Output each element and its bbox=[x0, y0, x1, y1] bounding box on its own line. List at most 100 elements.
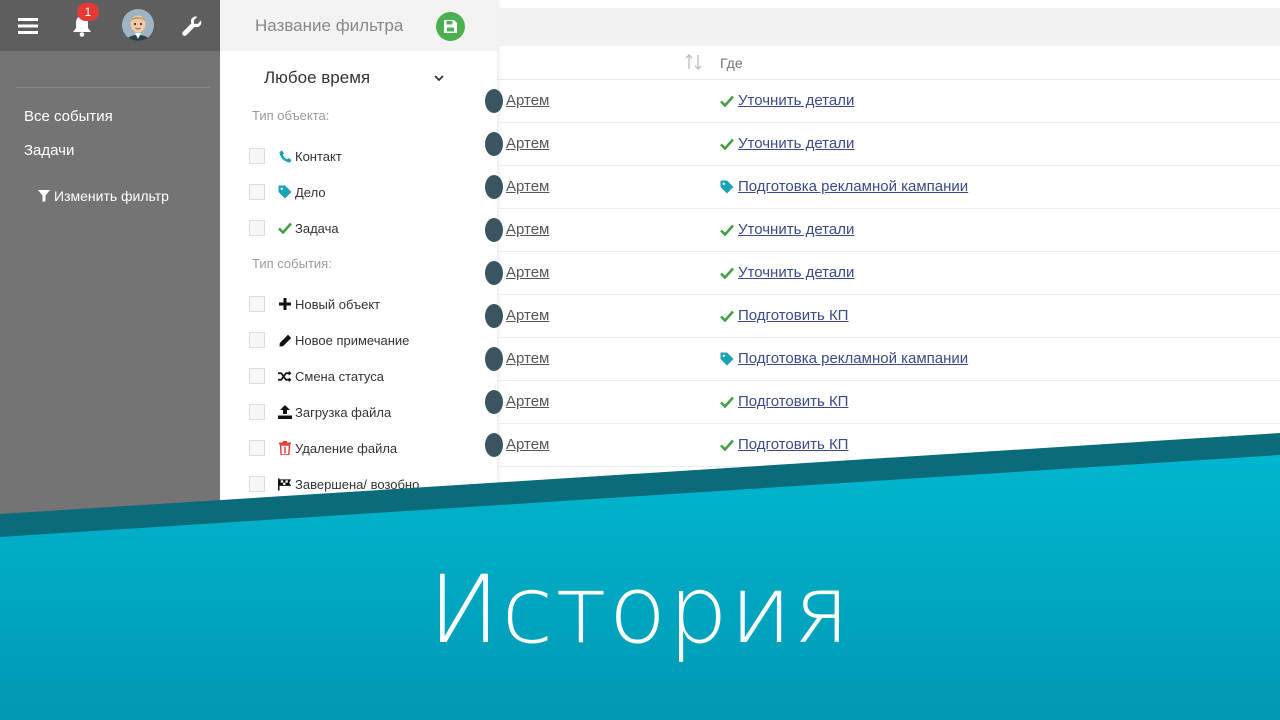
row-where: Уточнить детали bbox=[720, 135, 854, 152]
row-user-link[interactable]: Артем bbox=[506, 135, 549, 152]
row-where-link[interactable]: Подготовка рекламной кампании bbox=[738, 178, 968, 195]
filter-option-contact[interactable]: Контакт bbox=[249, 146, 342, 166]
checkbox[interactable] bbox=[249, 184, 265, 200]
row-avatar bbox=[485, 175, 503, 199]
checkbox[interactable] bbox=[249, 368, 265, 384]
check-icon bbox=[720, 224, 734, 236]
row-avatar bbox=[485, 347, 503, 371]
row-avatar bbox=[485, 304, 503, 328]
edit-filter-label: Изменить фильтр bbox=[54, 188, 169, 204]
row-where: Уточнить детали bbox=[720, 264, 854, 281]
table-row: Артем Подготовить КП bbox=[485, 381, 1280, 424]
row-where-link[interactable]: Подготовить КП bbox=[738, 393, 848, 410]
notification-badge: 1 bbox=[77, 3, 99, 21]
tag-icon bbox=[720, 180, 734, 194]
row-where-link[interactable]: Уточнить детали bbox=[738, 135, 854, 152]
time-range-select[interactable]: Любое время bbox=[264, 66, 444, 90]
row-user-link[interactable]: Артем bbox=[506, 178, 549, 195]
row-where: Подготовка рекламной кампании bbox=[720, 350, 968, 367]
checkbox[interactable] bbox=[249, 332, 265, 348]
sidebar-item-tasks[interactable]: Задачи bbox=[24, 142, 74, 159]
checkbox[interactable] bbox=[249, 404, 265, 420]
row-avatar bbox=[485, 390, 503, 414]
filter-option-label: Загрузка файла bbox=[295, 404, 392, 420]
filter-option-new-object[interactable]: Новый объект bbox=[249, 294, 380, 314]
row-user-link[interactable]: Артем bbox=[506, 436, 549, 453]
check-icon bbox=[720, 396, 734, 408]
checkbox[interactable] bbox=[249, 148, 265, 164]
top-bar: 1 bbox=[0, 0, 220, 51]
floppy-disk-icon bbox=[444, 20, 457, 33]
table-row: Артем Уточнить детали bbox=[485, 80, 1280, 123]
row-where: Уточнить детали bbox=[720, 92, 854, 109]
object-type-label: Тип объекта: bbox=[252, 108, 330, 123]
filter-option-label: Дело bbox=[295, 184, 326, 200]
table-row: Артем Уточнить детали bbox=[485, 209, 1280, 252]
tag-icon bbox=[720, 352, 734, 366]
edit-filter-button[interactable]: Изменить фильтр bbox=[38, 188, 169, 204]
user-avatar[interactable] bbox=[122, 9, 154, 41]
row-user-link[interactable]: Артем bbox=[506, 264, 549, 281]
check-icon bbox=[720, 138, 734, 150]
chevron-down-icon bbox=[434, 74, 444, 81]
row-where-link[interactable]: Подготовка рекламной кампании bbox=[738, 350, 968, 367]
filter-icon bbox=[38, 190, 50, 202]
row-where: Подготовить КП bbox=[720, 393, 848, 410]
banner-title: История bbox=[428, 556, 852, 665]
filter-option-task[interactable]: Задача bbox=[249, 218, 339, 238]
row-avatar bbox=[485, 89, 503, 113]
sidebar-item-all-events[interactable]: Все события bbox=[24, 108, 113, 125]
check-icon bbox=[720, 95, 734, 107]
row-avatar bbox=[485, 218, 503, 242]
filter-option-file-delete[interactable]: Удаление файла bbox=[249, 438, 397, 458]
filter-name-input[interactable]: Название фильтра bbox=[255, 16, 403, 36]
check-icon bbox=[720, 267, 734, 279]
table-row: Артем Подготовить КП bbox=[485, 295, 1280, 338]
filter-option-label: Смена статуса bbox=[295, 368, 385, 384]
flag-icon bbox=[278, 477, 292, 491]
filter-option-completed-reopened[interactable]: Завершена/ возобно bbox=[249, 474, 419, 494]
tag-icon bbox=[278, 185, 292, 199]
table-row: Артем Подготовить КП bbox=[485, 424, 1280, 467]
filter-option-new-note[interactable]: Новое примечание bbox=[249, 330, 409, 350]
row-avatar bbox=[485, 433, 503, 457]
hamburger-menu-icon[interactable] bbox=[14, 12, 42, 40]
upload-icon bbox=[278, 405, 292, 419]
table-header: Где bbox=[497, 47, 1280, 80]
row-where: Уточнить детали bbox=[720, 221, 854, 238]
save-filter-button[interactable] bbox=[436, 12, 465, 41]
row-where-link[interactable]: Подготовить КП bbox=[738, 436, 848, 453]
checkbox[interactable] bbox=[249, 476, 265, 492]
filter-option-label: Завершена/ возобно bbox=[295, 476, 420, 492]
checkbox[interactable] bbox=[249, 220, 265, 236]
filter-option-status-change[interactable]: Смена статуса bbox=[249, 366, 384, 386]
sort-icon[interactable] bbox=[684, 53, 704, 76]
column-header-where[interactable]: Где bbox=[720, 55, 743, 71]
filter-option-file-upload[interactable]: Загрузка файла bbox=[249, 402, 391, 422]
row-user-link[interactable]: Артем bbox=[506, 393, 549, 410]
row-where-link[interactable]: Уточнить детали bbox=[738, 221, 854, 238]
row-where-link[interactable]: Уточнить детали bbox=[738, 92, 854, 109]
trash-icon bbox=[278, 441, 292, 455]
filter-option-label: Новое примечание bbox=[295, 332, 410, 348]
table-filter-bar bbox=[497, 8, 1280, 46]
check-icon bbox=[720, 439, 734, 451]
checkbox[interactable] bbox=[249, 296, 265, 312]
plus-icon bbox=[278, 297, 292, 311]
row-user-link[interactable]: Артем bbox=[506, 92, 549, 109]
wrench-icon[interactable] bbox=[178, 12, 206, 40]
row-user-link[interactable]: Артем bbox=[506, 221, 549, 238]
row-where-link[interactable]: Уточнить детали bbox=[738, 264, 854, 281]
row-avatar bbox=[485, 132, 503, 156]
filter-option-deal[interactable]: Дело bbox=[249, 182, 326, 202]
filter-option-label: Удаление файла bbox=[295, 440, 398, 456]
filter-panel-header: Название фильтра bbox=[220, 0, 497, 51]
row-where-link[interactable]: Подготовить КП bbox=[738, 307, 848, 324]
filter-option-label: Задача bbox=[295, 220, 339, 236]
row-user-link[interactable]: Артем bbox=[506, 350, 549, 367]
phone-icon bbox=[278, 149, 292, 163]
checkbox[interactable] bbox=[249, 440, 265, 456]
row-user-link[interactable]: Артем bbox=[506, 307, 549, 324]
shuffle-icon bbox=[278, 369, 292, 383]
row-where: Подготовка рекламной кампании bbox=[720, 178, 968, 195]
